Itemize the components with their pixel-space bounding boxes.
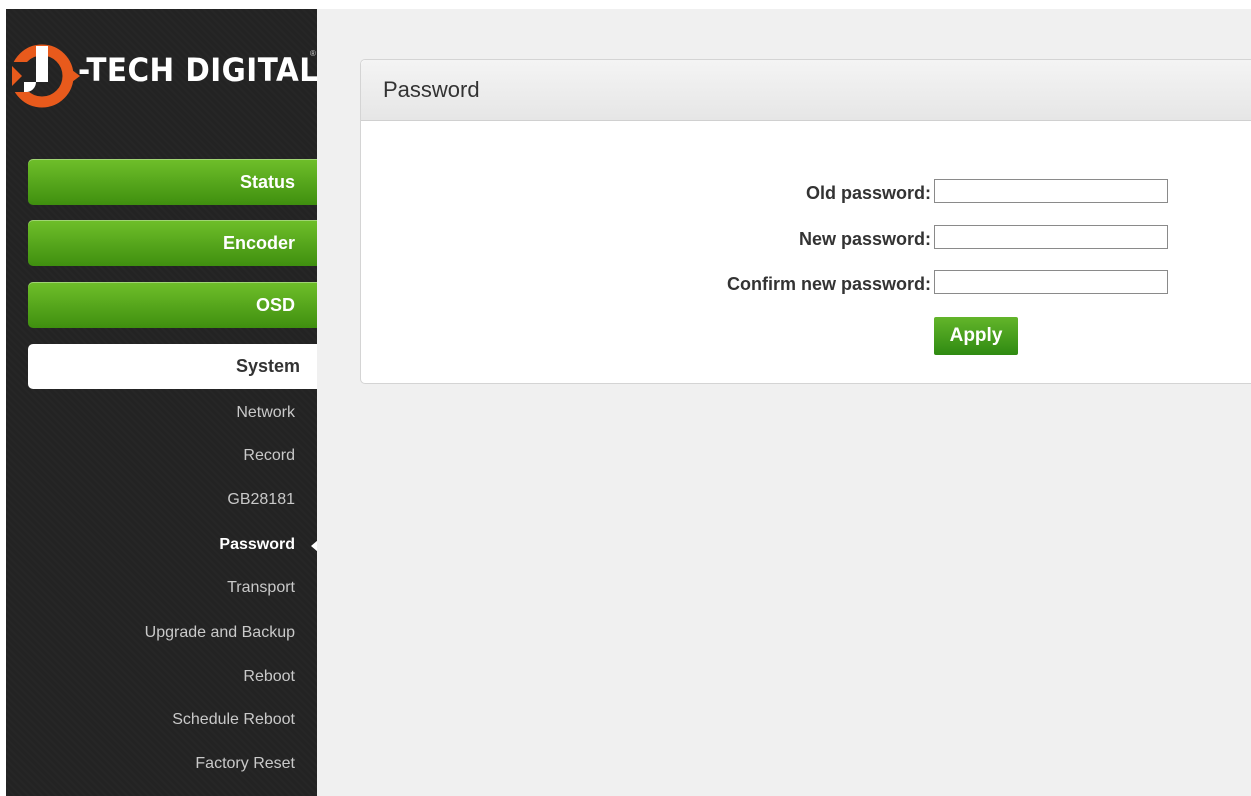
new-password-label: New password: [798,229,931,249]
confirm-password-input[interactable] [934,270,1168,294]
j-logo-icon [8,44,80,108]
panel-title: Password [361,60,1251,121]
sidebar: -TECH DIGITAL ® Status Encoder OSD Syste… [6,9,358,796]
logo: -TECH DIGITAL ® [6,39,319,109]
subnav-item-gb28181[interactable]: GB28181 [227,491,295,509]
subnav-item-reboot[interactable]: Reboot [243,668,295,686]
password-panel: Password Old password: New password: Con… [360,59,1251,384]
nav-item-label: System [235,356,300,376]
new-password-input[interactable] [934,225,1168,249]
subnav-item-transport[interactable]: Transport [227,579,295,597]
subnav-item-network[interactable]: Network [236,404,295,422]
apply-button[interactable]: Apply [934,317,1018,355]
nav-item-osd[interactable]: OSD [28,282,317,328]
subnav-item-password[interactable]: Password [219,536,295,554]
registered-mark: ® [310,49,316,58]
nav-item-encoder[interactable]: Encoder [28,220,317,266]
subnav-item-record[interactable]: Record [243,447,295,465]
nav-item-label: OSD [255,294,295,315]
nav-item-system[interactable]: System [28,344,358,389]
subnav-item-schedule-reboot[interactable]: Schedule Reboot [172,711,295,729]
subnav-item-upgrade-backup[interactable]: Upgrade and Backup [145,624,295,642]
nav-item-label: Encoder [222,232,295,253]
subnav-item-factory-reset[interactable]: Factory Reset [195,755,295,773]
nav-item-label: Status [239,171,295,192]
confirm-password-label: Confirm new password: [726,274,931,294]
nav-item-status[interactable]: Status [28,159,317,205]
brand-name: -TECH DIGITAL [78,51,319,89]
old-password-input[interactable] [934,179,1168,203]
old-password-label: Old password: [805,183,931,203]
main-content: Password Old password: New password: Con… [317,9,1251,796]
